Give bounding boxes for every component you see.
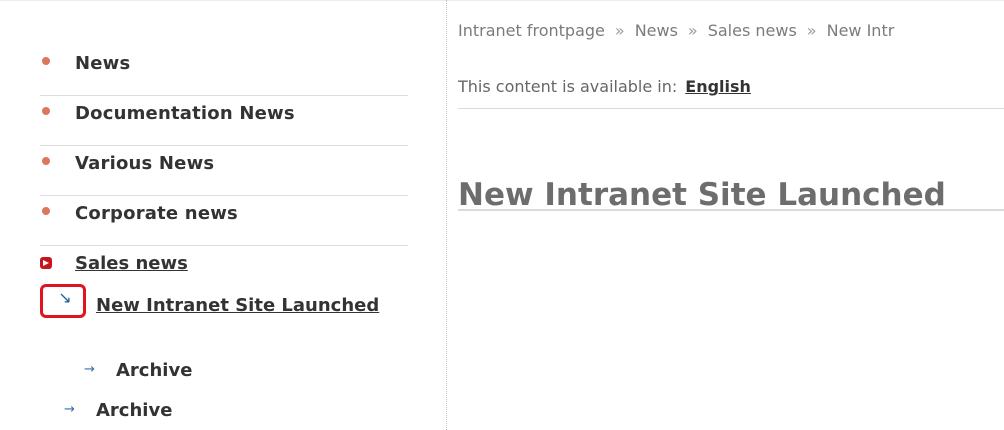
sidebar-item-label[interactable]: Sales news [75,253,188,274]
divider [458,108,1004,109]
down-right-arrow-icon[interactable]: ↘ [56,290,74,306]
language-availability: This content is available in: English [458,77,751,96]
sidebar-item-label[interactable]: News [75,53,130,74]
sidebar-item-label[interactable]: Archive [116,360,192,381]
right-arrow-icon: → [84,362,95,377]
sidebar-item-news[interactable]: News [40,46,408,96]
breadcrumb-separator: » [806,21,817,40]
sidebar-item-label[interactable]: Various News [75,153,214,174]
sidebar-nav: News Documentation News Various News Cor… [0,0,446,430]
title-divider [458,209,1004,211]
breadcrumb: Intranet frontpage » News » Sales news » New I… [458,21,894,40]
breadcrumb-separator: » [687,21,698,40]
bullet-icon [42,207,50,215]
sidebar-item-documentation-news[interactable]: Documentation News [40,96,408,146]
language-link-english[interactable]: English [685,77,751,96]
sidebar-item-label[interactable]: Archive [96,400,172,421]
bullet-icon [42,107,50,115]
active-marker-icon [40,257,52,269]
column-divider [446,0,447,430]
breadcrumb-separator: » [614,21,625,40]
sidebar-menu: News Documentation News Various News Cor… [40,46,408,246]
sidebar-item-sales-news[interactable]: Sales news [40,252,408,282]
right-arrow-icon: → [64,402,75,417]
sidebar-item-current-page[interactable]: New Intranet Site Launched [96,290,396,322]
bullet-icon [42,57,50,65]
breadcrumb-link-sales-news[interactable]: Sales news [708,21,797,40]
breadcrumb-link-news[interactable]: News [635,21,678,40]
sidebar-item-label[interactable]: Documentation News [75,103,295,124]
availability-text: This content is available in: [458,77,678,96]
sidebar-item-various-news[interactable]: Various News [40,146,408,196]
sidebar-item-label[interactable]: Corporate news [75,203,238,224]
page-title: New Intranet Site Launched [458,176,946,213]
breadcrumb-current: New Intr [826,21,895,40]
bullet-icon [42,157,50,165]
sidebar-item-corporate-news[interactable]: Corporate news [40,196,408,246]
breadcrumb-link-frontpage[interactable]: Intranet frontpage [458,21,605,40]
